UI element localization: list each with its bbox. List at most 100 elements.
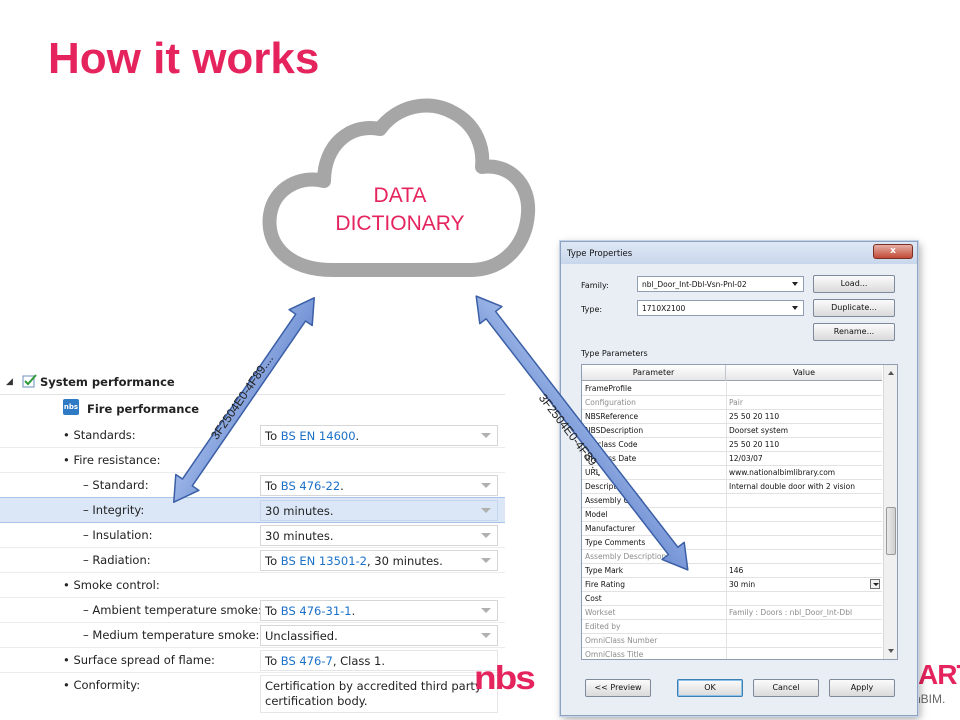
dropdown-arrow-icon[interactable] [481,558,491,563]
dropdown-arrow-icon[interactable] [870,579,880,589]
spec-value-standard[interactable]: To BS 476-22. [260,475,498,496]
section-title: System performance [40,375,175,389]
grid-row[interactable]: Assembly Code [582,494,882,508]
spec-value-radiation[interactable]: To BS EN 13501-2, 30 minutes. [260,550,498,571]
spec-value-insulation[interactable]: 30 minutes. [260,525,498,546]
value-suffix: . [340,479,344,493]
grid-row[interactable]: Uniclass Date 12/03/07 [582,452,882,466]
grid-row[interactable]: NBSReference 25 50 20 110 [582,410,882,424]
grid-row[interactable]: OmniClass Number [582,634,882,648]
close-button[interactable]: x [873,244,913,259]
dropdown-arrow-icon[interactable] [481,433,491,438]
parameter-name: OmniClass Number [585,636,658,645]
grid-row[interactable]: Uniclass Code 25 50 20 110 [582,438,882,452]
spec-value-integrity[interactable]: 30 minutes. [260,500,498,521]
grid-row[interactable]: NBSDescription Doorset system [582,424,882,438]
parameter-value[interactable]: Internal double door with 2 vision [729,482,879,491]
column-divider [726,606,727,620]
parameter-value[interactable]: Pair [729,398,879,407]
parameter-name: Edited by [585,622,621,631]
value-prefix: To [265,654,281,668]
parameter-name: Assembly Description [585,552,667,561]
chevron-down-icon[interactable] [792,282,798,286]
grid-row[interactable]: Type Comments [582,536,882,550]
value-text: 30 minutes. [265,529,334,543]
parameter-value[interactable]: www.nationalbimlibrary.com [729,468,879,477]
dropdown-arrow-icon[interactable] [481,533,491,538]
type-properties-dialog: Type Properties x Family: nbl_Door_Int-D… [560,241,918,716]
cancel-button[interactable]: Cancel [753,679,819,697]
apply-button[interactable]: Apply [829,679,895,697]
column-header-value[interactable]: Value [726,365,882,381]
spec-row-radiation: – Radiation: To BS EN 13501-2, 30 minute… [0,548,505,573]
standard-link[interactable]: BS EN 13501-2 [281,554,367,568]
standard-link[interactable]: BS 476-31-1 [281,604,352,618]
parameter-value[interactable]: 25 50 20 110 [729,440,879,449]
spec-row-standards: • Standards: To BS EN 14600. [0,423,505,448]
spec-value-medium-smoke[interactable]: Unclassified. [260,625,498,646]
grid-row[interactable]: Assembly Description [582,550,882,564]
parameter-value[interactable]: 30 min [729,580,879,589]
grid-row[interactable]: Cost [582,592,882,606]
grid-row[interactable]: Manufacturer [582,522,882,536]
grid-row[interactable]: URL www.nationalbimlibrary.com [582,466,882,480]
grid-row[interactable]: FrameProfile [582,382,882,396]
collapse-triangle-icon[interactable]: ◢ [6,377,13,387]
parameter-name: Configuration [585,398,636,407]
standard-link[interactable]: BS EN 14600 [281,429,356,443]
parameter-name: Uniclass Date [585,454,637,463]
parameter-value[interactable]: 146 [729,566,879,575]
dropdown-arrow-icon[interactable] [481,483,491,488]
dialog-titlebar[interactable]: Type Properties x [561,242,917,264]
spec-row-integrity[interactable]: – Integrity: 30 minutes. [0,497,505,523]
spec-value-surface-spread[interactable]: To BS 476-7, Class 1. [260,650,498,671]
column-divider [726,648,727,659]
grid-row[interactable]: Edited by [582,620,882,634]
load-button[interactable]: Load... [813,275,895,293]
grid-row[interactable]: Fire Rating 30 min [582,578,882,592]
type-select[interactable]: 1710X2100 [637,300,804,316]
standard-link[interactable]: BS 476-7 [281,654,333,668]
parameter-value[interactable]: Doorset system [729,426,879,435]
spec-row-label: – Standard: [83,478,149,492]
duplicate-button[interactable]: Duplicate... [813,299,895,317]
dropdown-arrow-icon[interactable] [481,608,491,613]
standard-link[interactable]: BS 476-22 [281,479,340,493]
spec-row-label: – Insulation: [83,528,153,542]
spec-value-standards[interactable]: To BS EN 14600. [260,425,498,446]
scroll-up-icon[interactable] [888,371,894,375]
grid-row[interactable]: Model [582,508,882,522]
grid-row[interactable]: OmniClass Title [582,648,882,659]
scroll-thumb[interactable] [886,507,896,555]
vertical-scrollbar[interactable] [883,365,897,659]
spec-value-ambient-smoke[interactable]: To BS 476-31-1. [260,600,498,621]
preview-button[interactable]: << Preview [585,679,651,697]
parameter-name: NBSDescription [585,426,644,435]
ok-button[interactable]: OK [677,679,743,697]
column-header-parameter[interactable]: Parameter [582,365,726,381]
chevron-down-icon[interactable] [792,306,798,310]
family-select[interactable]: nbl_Door_Int-Dbl-Vsn-Pnl-02 [637,276,804,292]
column-divider [726,396,727,410]
spec-row-label: – Medium temperature smoke: [83,628,260,642]
parameter-name: Model [585,510,608,519]
nbs-logo: nbs [474,659,536,696]
dropdown-arrow-icon[interactable] [481,508,491,513]
scroll-down-icon[interactable] [888,649,894,653]
rename-button[interactable]: Rename... [813,323,895,341]
column-divider [726,494,727,508]
grid-row[interactable]: Description Internal double door with 2 v… [582,480,882,494]
grid-row[interactable]: Type Mark 146 [582,564,882,578]
spec-value-conformity[interactable]: Certification by accredited third party … [260,675,498,713]
column-divider [726,410,727,424]
parameter-value[interactable]: Family : Doors : nbl_Door_Int-Dbl [729,608,879,617]
grid-row[interactable]: Configuration Pair [582,396,882,410]
dialog-title: Type Properties [567,249,633,259]
grid-row[interactable]: Workset Family : Doors : nbl_Door_Int-Dbl [582,606,882,620]
dropdown-arrow-icon[interactable] [481,633,491,638]
parameters-grid: Parameter Value FrameProfile Configuratio… [581,364,898,660]
parameter-value[interactable]: 12/03/07 [729,454,879,463]
parameter-value[interactable]: 25 50 20 110 [729,412,879,421]
value-text: 30 minutes. [265,504,334,518]
cloud-label: DATA DICTIONARY [320,182,480,238]
